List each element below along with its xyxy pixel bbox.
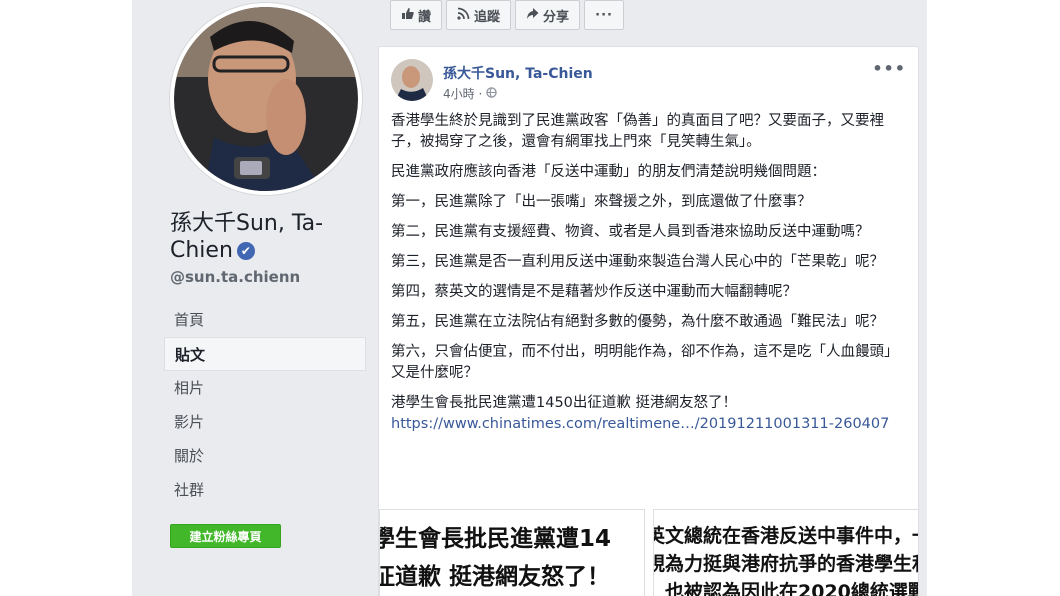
preview-text-line: ，也被認為因此在2020總統選戰中 [653,581,918,596]
post-meta: 4小時 · [443,85,497,102]
post-paragraph: 第一，民進黨除了「出一張嘴」來聲援之外，到底還做了什麼事？ [391,194,812,210]
page-action-bar: 讚 追蹤 分享 ··· [390,0,628,32]
like-label: 讚 [418,9,432,25]
create-page-button[interactable]: 建立粉絲專頁 [170,524,281,548]
profile-name[interactable]: 孫大千Sun, Ta-Chien ✔ [170,210,370,264]
post-paragraph: 香港學生終於見識到了民進黨政客「偽善」的真面目了吧？又要面子，又要裡子，被揭穿了… [391,113,884,150]
like-button[interactable]: 讚 [390,0,443,30]
nav-item-home[interactable]: 首頁 [164,303,366,337]
preview-image-right[interactable]: 英文總統在香港反送中事件中，一 視為力挺與港府抗爭的香港學生和 ，也被認為因此在… [653,509,919,596]
globe-icon [486,87,497,101]
page-nav: 首頁 貼文 相片 影片 關於 社群 [164,303,366,507]
post-paragraph: 第四，蔡英文的選情是不是藉著炒作反送中運動而大幅翻轉呢？ [391,284,797,300]
follow-label: 追蹤 [474,9,501,25]
shared-headline: 港學生會長批民進黨遭1450出征道歉 挺港網友怒了！ [391,395,738,411]
shared-link[interactable]: https://www.chinatimes.com/realtimene…/2… [391,414,906,435]
profile-handle[interactable]: @sun.ta.chienn [170,268,300,286]
preview-text-line: 征道歉 挺港網友怒了！ [379,564,611,590]
share-button[interactable]: 分享 [515,0,581,30]
rss-icon [457,7,470,24]
post-timestamp[interactable]: 4小時 [443,87,475,101]
profile-avatar[interactable] [170,3,362,195]
post-paragraph: 民進黨政府應該向香港「反送中運動」的朋友們清楚說明幾個問題： [391,164,826,180]
image-previews: 學生會長批民進黨遭14 征道歉 挺港網友怒了！ 英文總統在香港反送中事件中，一 … [379,509,920,596]
nav-item-about[interactable]: 關於 [164,439,366,473]
post-paragraph: 第二，民進黨有支援經費、物資、或者是人員到香港來協助反送中運動嗎？ [391,224,870,240]
post-author-name[interactable]: 孫大千Sun, Ta-Chien [443,63,593,83]
profile-photo [174,7,358,191]
nav-item-photos[interactable]: 相片 [164,371,366,405]
post-card: 孫大千Sun, Ta-Chien 4小時 · ••• 香港學生終於見識到了民進黨… [378,46,919,596]
more-button[interactable]: ··· [584,0,625,30]
preview-text-line: 視為力挺與港府抗爭的香港學生和 [653,553,919,575]
post-paragraph: 第五，民進黨在立法院佔有絕對多數的優勢，為什麼不敢通過「難民法」呢？ [391,314,884,330]
post-options-icon[interactable]: ••• [872,59,906,78]
nav-item-videos[interactable]: 影片 [164,405,366,439]
post-paragraph: 第三，民進黨是否一直利用反送中運動來製造台灣人民心中的「芒果乾」呢？ [391,254,884,270]
thumbs-up-icon [401,7,414,24]
share-arrow-icon [526,7,539,24]
preview-image-left[interactable]: 學生會長批民進黨遭14 征道歉 挺港網友怒了！ [379,509,645,596]
facebook-page-frame: 孫大千Sun, Ta-Chien ✔ @sun.ta.chienn 首頁 貼文 相… [132,0,927,596]
verified-badge-icon: ✔ [236,242,255,260]
preview-text-line: 英文總統在香港反送中事件中，一 [653,525,919,547]
post-paragraph: 第六，只會佔便宜，而不付出，明明能作為，卻不作為，這不是吃「人血饅頭」又是什麼呢… [391,344,899,381]
separator-dot: · [478,87,487,101]
share-label: 分享 [543,9,570,25]
nav-item-posts[interactable]: 貼文 [164,337,366,371]
post-author-avatar[interactable] [391,59,433,101]
nav-item-community[interactable]: 社群 [164,473,366,507]
preview-text-line: 學生會長批民進黨遭14 [379,526,612,552]
post-body: 香港學生終於見識到了民進黨政客「偽善」的真面目了吧？又要面子，又要裡子，被揭穿了… [391,111,906,435]
follow-button[interactable]: 追蹤 [446,0,512,30]
